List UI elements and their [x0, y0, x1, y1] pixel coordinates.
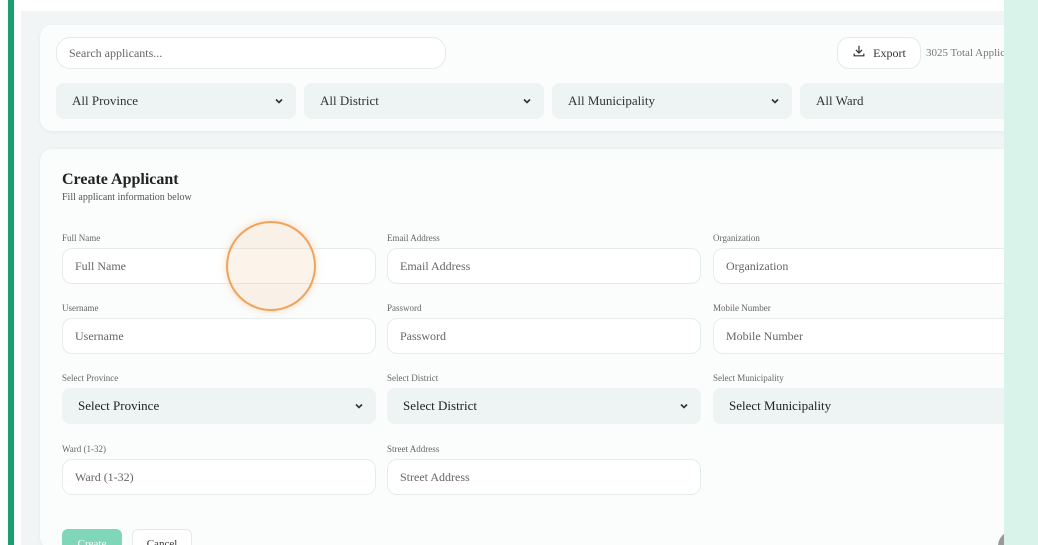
ward-field[interactable]: Ward (1-32) — [62, 459, 376, 495]
cancel-button[interactable]: Cancel — [132, 529, 192, 545]
email-label: Email Address — [387, 233, 440, 243]
municipality-filter-select[interactable]: All Municipality — [552, 83, 792, 119]
username-label: Username — [62, 303, 99, 313]
ward-filter-select[interactable]: All Ward — [800, 83, 1004, 119]
chevron-down-icon — [680, 403, 688, 409]
right-side-panel — [1004, 0, 1038, 545]
full-name-field[interactable]: Full Name — [62, 248, 376, 284]
export-label: Export — [873, 45, 906, 60]
mobile-number-placeholder: Mobile Number — [726, 328, 803, 343]
province-select-value: Select Province — [78, 398, 160, 413]
organization-label: Organization — [713, 233, 760, 243]
password-field[interactable]: Password — [387, 318, 701, 354]
district-filter-value: All District — [320, 93, 379, 108]
street-address-label: Street Address — [387, 444, 440, 454]
street-address-placeholder: Street Address — [400, 469, 470, 484]
province-filter-select[interactable]: All Province — [56, 83, 296, 119]
ward-label: Ward (1-32) — [62, 444, 107, 454]
password-placeholder: Password — [400, 328, 447, 343]
full-name-label: Full Name — [62, 233, 101, 243]
organization-placeholder: Organization — [726, 258, 789, 273]
street-address-field[interactable]: Street Address — [387, 459, 701, 495]
search-input[interactable]: Search applicants... — [56, 37, 446, 69]
main-stage: Search applicants... Export 3025 Total A… — [21, 11, 1004, 545]
chevron-down-icon — [355, 403, 363, 409]
email-field[interactable]: Email Address — [387, 248, 701, 284]
download-icon — [852, 44, 866, 62]
municipality-filter-value: All Municipality — [568, 93, 656, 108]
ward-filter-value: All Ward — [816, 93, 864, 108]
email-placeholder: Email Address — [400, 258, 471, 273]
create-button[interactable]: Create — [62, 529, 122, 545]
district-select-label: Select District — [387, 373, 439, 383]
username-placeholder: Username — [75, 328, 124, 343]
full-name-placeholder: Full Name — [75, 258, 126, 273]
form-title: Create Applicant — [62, 171, 179, 188]
province-filter-value: All Province — [72, 93, 139, 108]
ward-placeholder: Ward (1-32) — [75, 469, 134, 484]
filter-card: Search applicants... Export 3025 Total A… — [40, 25, 1004, 131]
cursor-highlight-indicator — [226, 221, 316, 311]
municipality-select-label: Select Municipality — [713, 373, 784, 383]
left-accent-bar — [8, 0, 14, 545]
province-select[interactable]: Select Province — [62, 388, 376, 424]
district-select-value: Select District — [403, 398, 478, 413]
password-label: Password — [387, 303, 422, 313]
search-placeholder: Search applicants... — [69, 45, 163, 60]
district-select[interactable]: Select District — [387, 388, 701, 424]
create-applicant-form: Create Applicant Fill applicant informat… — [40, 149, 1004, 545]
municipality-select-value: Select Municipality — [729, 398, 832, 413]
mobile-number-label: Mobile Number — [713, 303, 771, 313]
municipality-select[interactable]: Select Municipality — [713, 388, 1004, 424]
organization-field[interactable]: Organization — [713, 248, 1004, 284]
left-edge — [0, 0, 7, 545]
export-button[interactable]: Export — [837, 37, 921, 69]
form-subtitle: Fill applicant information below — [62, 192, 192, 203]
chevron-down-icon — [523, 98, 531, 104]
username-field[interactable]: Username — [62, 318, 376, 354]
total-applicants-count: 3025 Total Applicants — [926, 47, 1004, 59]
district-filter-select[interactable]: All District — [304, 83, 544, 119]
province-select-label: Select Province — [62, 373, 119, 383]
mobile-number-field[interactable]: Mobile Number — [713, 318, 1004, 354]
chevron-down-icon — [771, 98, 779, 104]
chevron-down-icon — [275, 98, 283, 104]
